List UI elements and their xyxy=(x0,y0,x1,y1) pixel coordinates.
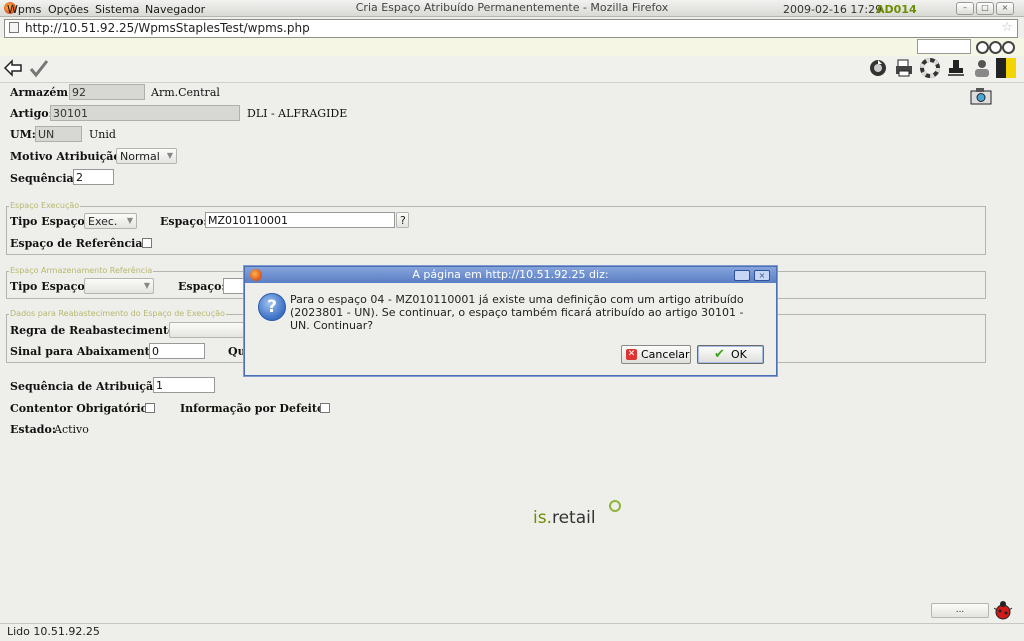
close-icon[interactable]: × xyxy=(996,2,1014,15)
confirm-check-icon[interactable] xyxy=(29,58,49,78)
bookmark-star-icon[interactable]: ☆ xyxy=(1001,20,1013,35)
menu-navegador[interactable]: Navegador xyxy=(145,3,205,16)
url-bar[interactable]: http://10.51.92.25/WpmsStaplesTest/wpms.… xyxy=(4,19,1018,38)
arm-ref-legend: Espaço Armazenamento Referência xyxy=(9,266,154,275)
contentor-checkbox[interactable] xyxy=(145,403,155,413)
url-text: http://10.51.92.25/WpmsStaplesTest/wpms.… xyxy=(25,21,310,35)
info-defeito-label: Informação por Defeito: xyxy=(180,402,329,415)
exec-espaco-label: Espaço: xyxy=(160,215,208,228)
seq-atribuicao-input[interactable]: 1 xyxy=(153,377,215,393)
menu-wpms[interactable]: Wpms xyxy=(7,3,41,16)
execucao-legend: Espaço Execução xyxy=(9,201,81,210)
dialog-message: Para o espaço 04 - MZ010110001 já existe… xyxy=(290,293,744,332)
help-lifebuoy-icon[interactable] xyxy=(920,58,940,78)
question-icon: ? xyxy=(258,293,286,321)
artigo-label: Artigo: xyxy=(10,107,53,120)
um-field: UN xyxy=(35,126,82,142)
cancel-label: Cancelar xyxy=(641,348,690,361)
motivo-value: Normal xyxy=(120,150,160,163)
dialog-titlebar: A página em http://10.51.92.25 diz: × xyxy=(245,267,776,283)
um-desc: Unid xyxy=(89,128,116,141)
dialog-close-icon[interactable]: × xyxy=(754,270,770,281)
maximize-icon[interactable]: □ xyxy=(976,2,994,15)
ok-button[interactable]: ✔ OK xyxy=(697,345,764,364)
user-id: AD014 xyxy=(876,3,917,16)
minimize-icon[interactable]: – xyxy=(956,2,974,15)
print-icon[interactable] xyxy=(894,58,914,78)
ok-check-icon: ✔ xyxy=(714,347,725,362)
status-bar: Lido 10.51.92.25 xyxy=(0,623,1024,641)
chevron-down-icon: ▼ xyxy=(126,216,133,225)
more-button[interactable]: ... xyxy=(931,603,989,618)
artigo-desc: DLI - ALFRAGIDE xyxy=(247,107,348,120)
menu-sistema[interactable]: Sistema xyxy=(95,3,139,16)
isretail-logo: is.retail xyxy=(533,508,596,528)
arm-ref-tipo-label: Tipo Espaço: xyxy=(10,280,89,293)
espaco-referencia-label: Espaço de Referência: xyxy=(10,237,147,250)
sinal-input[interactable]: 0 xyxy=(149,343,205,359)
logo-swirl-icon xyxy=(609,500,621,512)
dialog-minimize-icon[interactable] xyxy=(734,270,750,281)
stamp-icon[interactable] xyxy=(946,58,966,78)
logo-text-b: retail xyxy=(551,508,596,528)
user-icon[interactable] xyxy=(972,58,992,78)
armazem-field: 92 xyxy=(69,84,145,100)
quick-search-input[interactable] xyxy=(917,39,971,54)
contentor-label: Contentor Obrigatório: xyxy=(10,402,153,415)
qu-label: Qu xyxy=(228,345,246,358)
exec-tipo-value: Exec. xyxy=(88,215,118,228)
logout-moon-icon[interactable] xyxy=(996,58,1016,78)
circle-2-icon[interactable] xyxy=(989,41,1002,54)
sequencia-label: Sequência: xyxy=(10,172,78,185)
circle-1-icon[interactable] xyxy=(976,41,989,54)
execucao-fieldset xyxy=(6,206,986,255)
menu-bar xyxy=(0,38,1024,57)
arm-ref-espaco-input[interactable] xyxy=(223,278,245,294)
circle-3-icon[interactable] xyxy=(1002,41,1015,54)
alert-dialog: A página em http://10.51.92.25 diz: × ? … xyxy=(244,266,777,376)
um-label: UM: xyxy=(10,128,36,141)
estado-label: Estado: xyxy=(10,423,56,436)
reab-legend: Dados para Reabastecimento do Espaço de … xyxy=(9,309,226,318)
regra-label: Regra de Reabastecimento: xyxy=(10,324,180,337)
armazem-desc: Arm.Central xyxy=(151,86,220,99)
regra-select[interactable] xyxy=(169,322,244,338)
artigo-field: 30101 xyxy=(50,105,240,121)
ok-label: OK xyxy=(731,348,747,361)
logo-text-a: is. xyxy=(533,508,552,528)
exec-tipo-label: Tipo Espaço: xyxy=(10,215,89,228)
chevron-down-icon: ▼ xyxy=(166,151,173,160)
datetime: 2009-02-16 17:29 xyxy=(783,3,883,16)
exec-tipo-select[interactable]: Exec. ▼ xyxy=(84,213,137,229)
motivo-select[interactable]: Normal ▼ xyxy=(116,148,177,164)
estado-value: Activo xyxy=(54,423,89,436)
exec-espaco-input[interactable]: MZ010110001 xyxy=(205,212,395,228)
info-defeito-checkbox[interactable] xyxy=(320,403,330,413)
refresh-icon[interactable] xyxy=(868,58,888,78)
cancel-button[interactable]: ✕ Cancelar xyxy=(621,345,691,364)
camera-icon[interactable] xyxy=(970,87,992,105)
sequencia-input[interactable]: 2 xyxy=(73,169,114,185)
chevron-down-icon: ▼ xyxy=(143,281,150,290)
espaco-referencia-checkbox[interactable] xyxy=(142,238,152,248)
seq-atribuicao-label: Sequência de Atribuição: xyxy=(10,380,165,393)
cancel-x-icon: ✕ xyxy=(626,349,637,360)
bug-icon[interactable] xyxy=(992,600,1014,621)
status-text: Lido 10.51.92.25 xyxy=(7,625,100,638)
arm-ref-tipo-select[interactable]: ▼ xyxy=(84,278,154,294)
exec-espaco-help-button[interactable]: ? xyxy=(396,212,409,228)
sinal-label: Sinal para Abaixamento: xyxy=(10,345,162,358)
back-arrow-icon[interactable] xyxy=(3,58,23,78)
arm-ref-espaco-label: Espaço: xyxy=(178,280,226,293)
motivo-label: Motivo Atribuição: xyxy=(10,150,125,163)
armazem-label: Armazém: xyxy=(10,86,73,99)
page-icon xyxy=(9,22,19,33)
dialog-title: A página em http://10.51.92.25 diz: xyxy=(412,268,609,281)
menu-opcoes[interactable]: Opções xyxy=(48,3,89,16)
